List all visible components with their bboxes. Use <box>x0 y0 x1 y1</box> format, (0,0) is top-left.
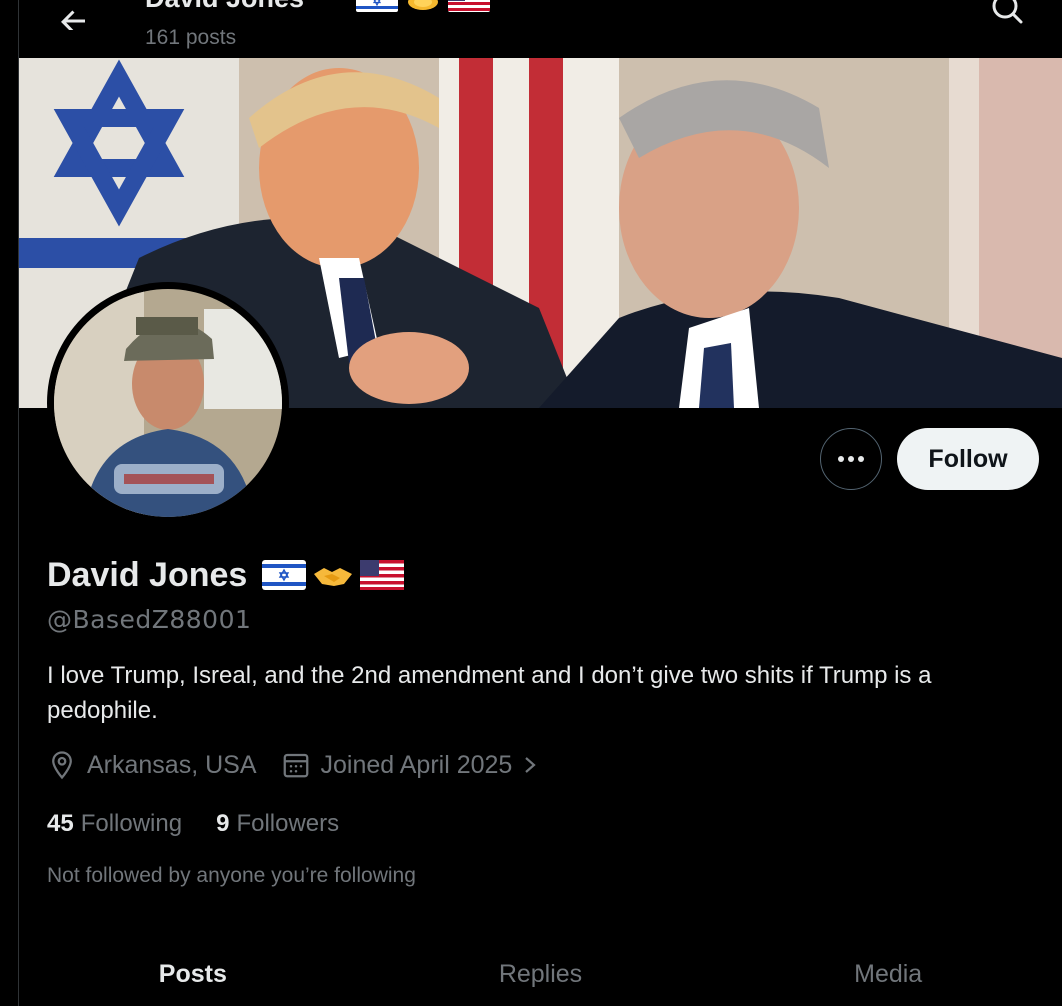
profile-header-bar: David Jones 161 posts <box>19 0 1062 58</box>
profile-handle: @BasedZ88001 <box>47 605 252 634</box>
header-emojis <box>356 0 490 12</box>
tab-posts[interactable]: Posts <box>19 936 367 1006</box>
profile-joined-date[interactable]: Joined April 2025 <box>321 751 513 780</box>
handshake-icon <box>408 0 438 10</box>
followers-count: 9 <box>216 810 230 837</box>
following-count: 45 <box>47 810 74 837</box>
more-horizontal-icon <box>838 456 844 462</box>
followers-link[interactable]: 9 Followers <box>216 810 339 838</box>
israel-flag-icon <box>262 560 306 590</box>
profile-display-name: David Jones <box>47 556 248 594</box>
more-dot <box>858 456 864 462</box>
avatar-photo <box>54 289 282 517</box>
profile-avatar[interactable] <box>47 282 289 524</box>
profile-tabs: Posts Replies Media <box>19 936 1062 1006</box>
israel-flag-icon <box>356 0 398 12</box>
location-pin-icon <box>52 751 72 780</box>
us-flag-icon <box>448 0 490 12</box>
profile-bio: I love Trump, Isreal, and the 2nd amendm… <box>47 662 932 724</box>
profile-location: Arkansas, USA <box>87 750 257 779</box>
us-flag-icon <box>360 560 404 590</box>
chevron-right-icon[interactable] <box>518 750 542 780</box>
search-icon[interactable] <box>987 0 1027 32</box>
follow-stats: 45 Following 9 Followers <box>47 810 339 838</box>
calendar-icon <box>283 753 308 778</box>
header-title: David Jones <box>145 0 304 14</box>
more-options-button[interactable] <box>820 428 882 490</box>
handshake-icon <box>314 568 352 586</box>
arrow-left-icon[interactable] <box>55 0 91 30</box>
name-emojis <box>262 560 404 590</box>
followers-label: Followers <box>236 810 340 837</box>
profile-meta: Arkansas, USA Joined April 2025 <box>47 750 542 780</box>
header-post-count: 161 posts <box>145 26 237 49</box>
follow-button[interactable]: Follow <box>897 428 1039 490</box>
tab-replies[interactable]: Replies <box>367 936 715 1006</box>
tab-media[interactable]: Media <box>714 936 1062 1006</box>
following-label: Following <box>80 810 183 837</box>
following-link[interactable]: 45 Following <box>47 810 182 838</box>
not-followed-note: Not followed by anyone you’re following <box>47 864 416 887</box>
more-dot <box>848 456 854 462</box>
